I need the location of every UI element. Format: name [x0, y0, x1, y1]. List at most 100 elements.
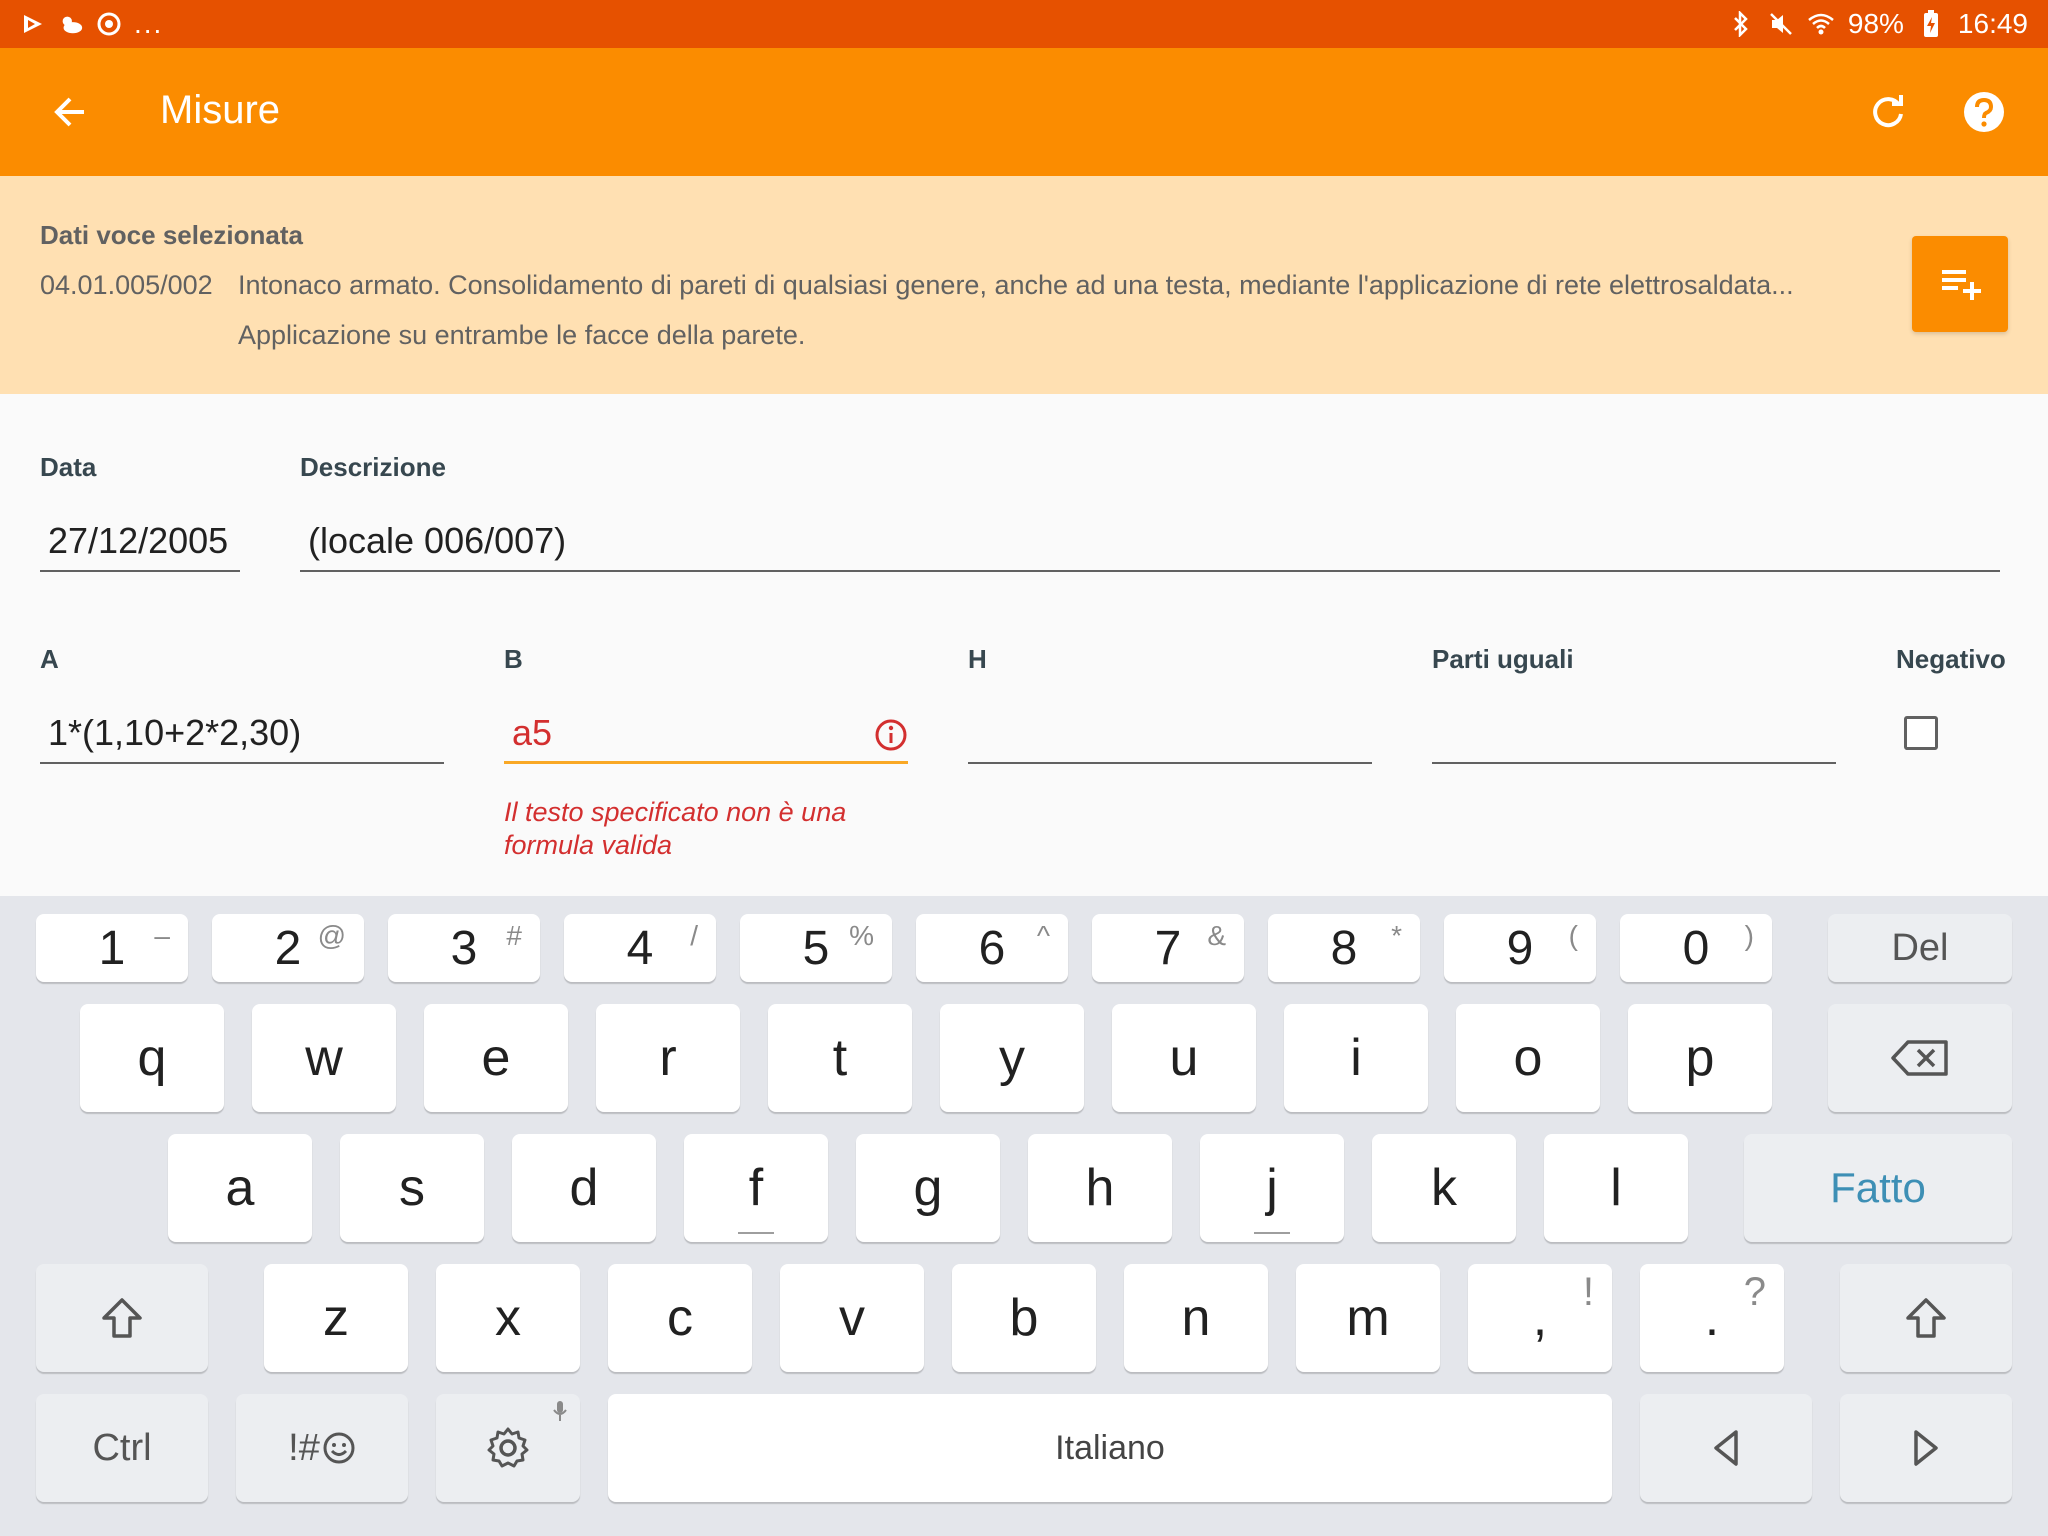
- item-code: 04.01.005/002: [40, 270, 213, 300]
- symbols-emoji-key[interactable]: !#: [236, 1394, 408, 1502]
- sync-status-icon: [96, 11, 122, 37]
- b-label: B: [504, 644, 523, 674]
- triangle-right-icon: [1914, 1430, 1938, 1466]
- key-c[interactable]: c: [608, 1264, 752, 1372]
- settings-key[interactable]: [436, 1394, 580, 1502]
- help-button[interactable]: [1954, 82, 2014, 142]
- key-t[interactable]: t: [768, 1004, 912, 1112]
- key-i[interactable]: i: [1284, 1004, 1428, 1112]
- key-n[interactable]: n: [1124, 1264, 1268, 1372]
- key-p[interactable]: p: [1628, 1004, 1772, 1112]
- key-u[interactable]: u: [1112, 1004, 1256, 1112]
- space-key[interactable]: Italiano: [608, 1394, 1612, 1502]
- key-z[interactable]: z: [264, 1264, 408, 1372]
- clock: 16:49: [1957, 8, 2028, 39]
- key-k[interactable]: k: [1372, 1134, 1516, 1242]
- a-field[interactable]: 1*(1,10+2*2,30): [40, 704, 444, 764]
- back-button[interactable]: [40, 82, 100, 142]
- ctrl-key[interactable]: Ctrl: [36, 1394, 208, 1502]
- microphone-icon: [553, 1401, 567, 1421]
- date-field[interactable]: 27/12/2005: [40, 512, 240, 572]
- key-3[interactable]: 3 #: [388, 914, 540, 982]
- app-bar: Misure: [0, 48, 2048, 176]
- key-8[interactable]: 8 *: [1268, 914, 1420, 982]
- item-description-detail: Applicazione su entrambe le facce della …: [238, 320, 806, 350]
- status-bar: ... 98% 16:49: [0, 0, 2048, 48]
- bluetooth-icon: [1728, 11, 1754, 37]
- shift-icon: [1906, 1298, 1946, 1338]
- key-4[interactable]: 4/: [564, 914, 716, 982]
- home-key-marker: [738, 1232, 774, 1234]
- key-5[interactable]: 5%: [740, 914, 892, 982]
- a-label: A: [40, 644, 59, 674]
- negativo-label: Negativo: [1896, 644, 2006, 674]
- negativo-checkbox[interactable]: [1904, 716, 1938, 750]
- b-field[interactable]: a5: [504, 704, 908, 764]
- backspace-key[interactable]: [1828, 1004, 2012, 1112]
- battery-charging-icon: [1918, 10, 1944, 37]
- key-s[interactable]: s: [340, 1134, 484, 1242]
- key-m[interactable]: m: [1296, 1264, 1440, 1372]
- key-2[interactable]: 2 @: [212, 914, 364, 982]
- parti-uguali-field[interactable]: [1432, 704, 1836, 764]
- key-j[interactable]: j: [1200, 1134, 1344, 1242]
- h-field[interactable]: [968, 704, 1372, 764]
- triangle-left-icon: [1714, 1430, 1738, 1466]
- selected-item-heading: Dati voce selezionata: [40, 220, 303, 250]
- descrizione-label: Descrizione: [300, 452, 446, 482]
- delete-key[interactable]: Del: [1828, 914, 2012, 982]
- play-store-notification-icon: [20, 11, 46, 37]
- measurement-form: Data 27/12/2005 Descrizione (locale 006/…: [0, 394, 2048, 896]
- b-field-value: a5: [512, 712, 553, 753]
- key-l[interactable]: l: [1544, 1134, 1688, 1242]
- key-comma[interactable]: ,!: [1468, 1264, 1612, 1372]
- key-x[interactable]: x: [436, 1264, 580, 1372]
- gear-icon: [487, 1427, 529, 1468]
- cursor-right-key[interactable]: [1840, 1394, 2012, 1502]
- playlist-add-icon: [1942, 270, 1981, 300]
- key-r[interactable]: r: [596, 1004, 740, 1112]
- page-title: Misure: [160, 88, 281, 132]
- wifi-icon: [1808, 11, 1834, 37]
- key-period[interactable]: .?: [1640, 1264, 1784, 1372]
- key-0[interactable]: 0): [1620, 914, 1772, 982]
- key-y[interactable]: y: [940, 1004, 1084, 1112]
- key-1[interactable]: 1–: [36, 914, 188, 982]
- description-field[interactable]: (locale 006/007): [300, 512, 2000, 572]
- selected-item-panel: Dati voce selezionata 04.01.005/002 Into…: [0, 176, 2048, 394]
- data-label: Data: [40, 452, 97, 482]
- key-o[interactable]: o: [1456, 1004, 1600, 1112]
- emoji-icon: [323, 1432, 355, 1464]
- shift-left-key[interactable]: [36, 1264, 208, 1372]
- key-g[interactable]: g: [856, 1134, 1000, 1242]
- key-6[interactable]: 6 ^: [916, 914, 1068, 982]
- key-h[interactable]: h: [1028, 1134, 1172, 1242]
- weather-icon: [58, 11, 84, 37]
- parti-uguali-label: Parti uguali: [1432, 644, 1574, 674]
- arrow-back-icon: [54, 97, 84, 127]
- mute-icon: [1768, 11, 1794, 37]
- key-q[interactable]: q: [80, 1004, 224, 1112]
- key-e[interactable]: e: [424, 1004, 568, 1112]
- home-key-marker: [1254, 1232, 1290, 1234]
- done-key[interactable]: Fatto: [1744, 1134, 2012, 1242]
- refresh-button[interactable]: [1858, 82, 1918, 142]
- backspace-icon: [1891, 1040, 1948, 1076]
- more-notifications-indicator: ...: [134, 8, 164, 39]
- onscreen-keyboard: 1– 2 @ 3 # 4/ 5% 6 ^ 7 & 8 * 9( 0) Del q w e …: [0, 896, 2048, 1536]
- key-d[interactable]: d: [512, 1134, 656, 1242]
- key-f[interactable]: f: [684, 1134, 828, 1242]
- error-info-icon: [875, 719, 907, 751]
- b-field-error-message: Il testo specificato non è una formula v…: [504, 797, 847, 860]
- key-b[interactable]: b: [952, 1264, 1096, 1372]
- shift-right-key[interactable]: [1840, 1264, 2012, 1372]
- add-measurement-button[interactable]: [1912, 236, 2008, 332]
- cursor-left-key[interactable]: [1640, 1394, 1812, 1502]
- key-9[interactable]: 9(: [1444, 914, 1596, 982]
- key-a[interactable]: a: [168, 1134, 312, 1242]
- key-w[interactable]: w: [252, 1004, 396, 1112]
- refresh-icon: [1873, 95, 1903, 128]
- battery-percent: 98%: [1847, 8, 1904, 39]
- key-v[interactable]: v: [780, 1264, 924, 1372]
- key-7[interactable]: 7 &: [1092, 914, 1244, 982]
